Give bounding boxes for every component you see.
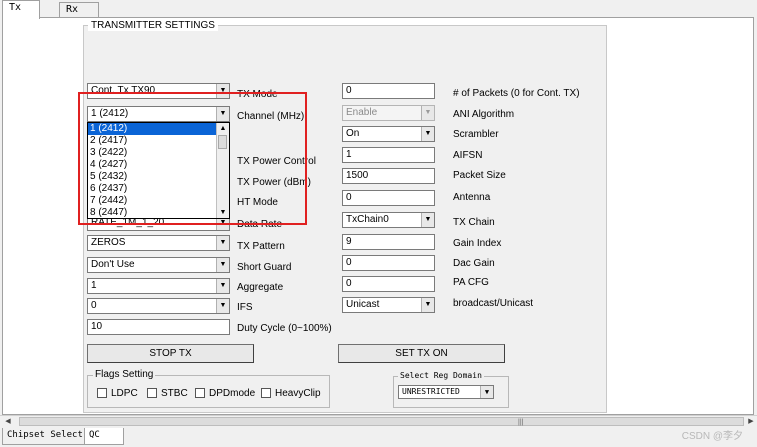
duty-cycle-label: Duty Cycle (0~100%): [237, 323, 332, 334]
packets-value: 0: [346, 85, 352, 96]
chevron-down-icon: ▼: [421, 298, 434, 312]
packets-label: # of Packets (0 for Cont. TX): [453, 88, 580, 99]
packet-size-input[interactable]: 1500: [342, 168, 435, 184]
tx-pattern-combo[interactable]: ZEROS ▼: [87, 235, 230, 251]
ifs-label: IFS: [237, 302, 253, 313]
aggregate-label: Aggregate: [237, 282, 284, 293]
ldpc-label: LDPC: [111, 388, 138, 399]
chevron-right-icon[interactable]: ▶: [745, 416, 757, 428]
tab-tx[interactable]: Tx: [2, 0, 40, 19]
ani-label: ANI Algorithm: [453, 109, 515, 120]
grip-icon: |||: [518, 419, 524, 426]
dpdmode-label: DPDmode: [209, 388, 256, 399]
antenna-input[interactable]: 0: [342, 190, 435, 206]
short-guard-value: Don't Use: [91, 259, 135, 270]
chevron-down-icon: ▼: [216, 299, 229, 313]
gain-index-value: 9: [346, 236, 352, 247]
tx-pattern-label: TX Pattern: [237, 241, 285, 252]
tab-rx-label: Rx: [66, 4, 79, 15]
chevron-down-icon: ▼: [216, 236, 229, 250]
gain-index-input[interactable]: 9: [342, 234, 435, 250]
tab-rx[interactable]: Rx: [59, 2, 99, 18]
aggregate-combo[interactable]: 1 ▼: [87, 278, 230, 294]
watermark: CSDN @李夕: [681, 431, 743, 442]
tx-chain-label: TX Chain: [453, 217, 495, 228]
tx-chain-value: TxChain0: [346, 214, 389, 225]
cast-combo[interactable]: Unicast ▼: [342, 297, 435, 313]
pa-cfg-value: 0: [346, 278, 352, 289]
tx-chain-combo[interactable]: TxChain0 ▼: [342, 212, 435, 228]
ifs-combo[interactable]: 0 ▼: [87, 298, 230, 314]
flags-setting-title: Flags Setting: [93, 369, 156, 381]
ani-algorithm-combo: Enable ▼: [342, 105, 435, 121]
tx-pattern-value: ZEROS: [91, 237, 126, 248]
tab-qc-label: QC: [89, 430, 100, 440]
aggregate-value: 1: [91, 280, 97, 291]
heavyclip-checkbox[interactable]: [261, 388, 271, 398]
packet-size-value: 1500: [346, 170, 369, 181]
duty-cycle-input[interactable]: 10: [87, 319, 230, 335]
dac-gain-label: Dac Gain: [453, 258, 495, 269]
dac-gain-input[interactable]: 0: [342, 255, 435, 271]
cast-label: broadcast/Unicast: [453, 298, 534, 309]
stop-tx-button[interactable]: STOP TX: [87, 344, 254, 363]
scrambler-combo[interactable]: On ▼: [342, 126, 435, 142]
scrambler-value: On: [346, 128, 360, 139]
short-guard-label: Short Guard: [237, 262, 292, 273]
cast-value: Unicast: [346, 299, 380, 310]
scroll-thumb[interactable]: |||: [19, 417, 744, 426]
ani-value: Enable: [346, 107, 378, 118]
group-title: TRANSMITTER SETTINGS: [88, 20, 218, 31]
chevron-down-icon: ▼: [421, 127, 434, 141]
short-guard-combo[interactable]: Don't Use ▼: [87, 257, 230, 273]
aifsn-label: AIFSN: [453, 150, 483, 161]
pa-cfg-input[interactable]: 0: [342, 276, 435, 292]
gain-index-label: Gain Index: [453, 238, 502, 249]
aifsn-input[interactable]: 1: [342, 147, 435, 163]
heavyclip-label: HeavyClip: [275, 388, 321, 399]
dpdmode-checkbox[interactable]: [195, 388, 205, 398]
set-tx-on-button[interactable]: SET TX ON: [338, 344, 505, 363]
reg-domain-title: Select Reg Domain: [398, 370, 484, 382]
chevron-down-icon: ▼: [421, 213, 434, 227]
packets-input[interactable]: 0: [342, 83, 435, 99]
reg-domain-combo[interactable]: UNRESTRICTED ▼: [398, 385, 494, 399]
tab-chipset-select-label: Chipset Select: [7, 430, 83, 440]
ifs-value: 0: [91, 300, 97, 311]
horizontal-scrollbar[interactable]: ◀ ||| ▶: [0, 415, 757, 428]
tab-chipset-select[interactable]: Chipset Select: [2, 428, 88, 445]
stbc-label: STBC: [161, 388, 188, 399]
chevron-down-icon: ▼: [216, 258, 229, 272]
duty-cycle-value: 10: [91, 321, 103, 332]
antenna-value: 0: [346, 192, 352, 203]
chevron-left-icon[interactable]: ◀: [2, 416, 14, 428]
tab-tx-label: Tx: [9, 2, 22, 13]
aifsn-value: 1: [346, 149, 352, 160]
ldpc-checkbox[interactable]: [97, 388, 107, 398]
chevron-down-icon: ▼: [216, 279, 229, 293]
stbc-checkbox[interactable]: [147, 388, 157, 398]
top-tab-strip: [0, 0, 757, 18]
antenna-label: Antenna: [453, 192, 491, 203]
chevron-down-icon: ▼: [480, 386, 493, 398]
packet-size-label: Packet Size: [453, 170, 506, 181]
pa-cfg-label: PA CFG: [453, 277, 489, 288]
tab-qc[interactable]: QC: [84, 428, 124, 445]
dac-gain-value: 0: [346, 257, 352, 268]
scrambler-label: Scrambler: [453, 129, 499, 140]
reg-domain-value: UNRESTRICTED: [402, 387, 460, 396]
annotation-highlight-box: [78, 92, 307, 225]
chevron-down-icon: ▼: [421, 106, 434, 120]
